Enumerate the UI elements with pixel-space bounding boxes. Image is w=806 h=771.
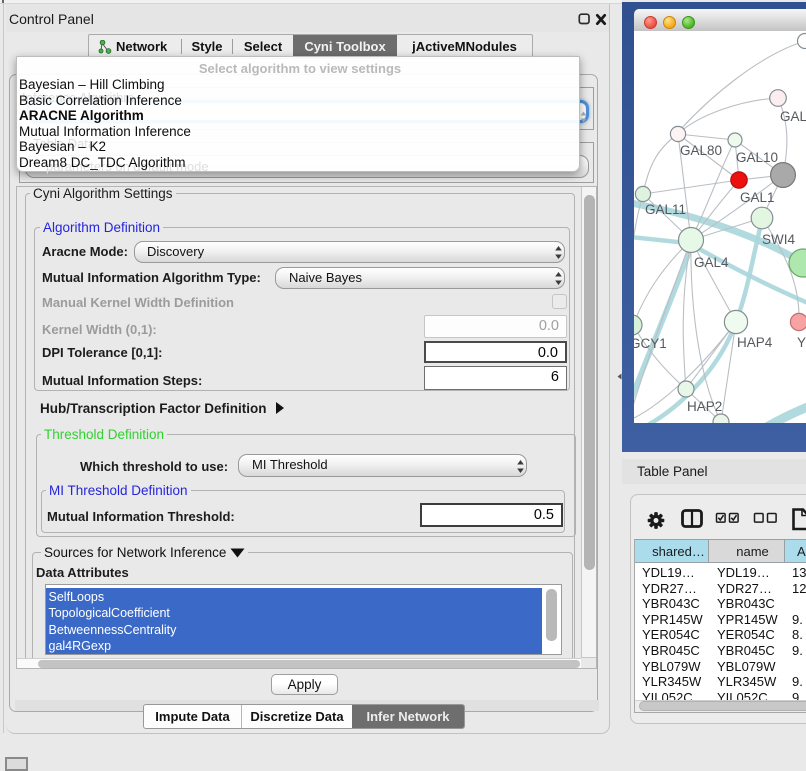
svg-text:YM: YM bbox=[797, 335, 806, 350]
svg-text:SWI4: SWI4 bbox=[762, 232, 795, 247]
svg-text:GCY1: GCY1 bbox=[634, 336, 667, 351]
svg-text:GAL7: GAL7 bbox=[780, 109, 806, 124]
svg-text:HAP2: HAP2 bbox=[687, 399, 722, 414]
svg-text:HAP4: HAP4 bbox=[737, 335, 773, 350]
svg-text:GAL80: GAL80 bbox=[680, 143, 722, 158]
svg-text:GAL11: GAL11 bbox=[645, 202, 686, 217]
svg-text:GAL4: GAL4 bbox=[694, 255, 729, 270]
svg-text:GAL10: GAL10 bbox=[736, 150, 778, 165]
svg-text:GAL1: GAL1 bbox=[740, 190, 775, 205]
